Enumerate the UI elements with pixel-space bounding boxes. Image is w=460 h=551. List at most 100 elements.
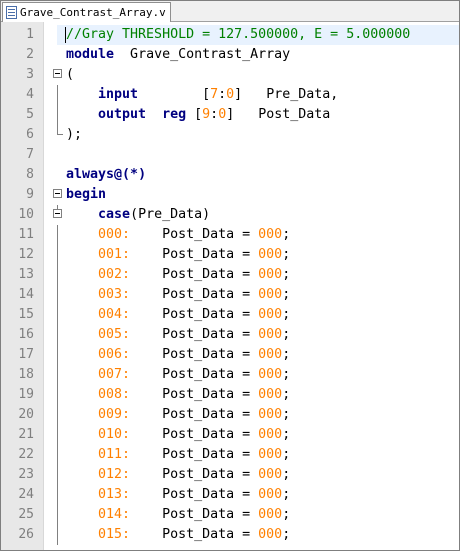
line-number: 25 <box>18 507 34 522</box>
comment: //Gray THRESHOLD = 127.500000, E = 5.000… <box>66 27 411 42</box>
assignment-target: Post_Data = <box>162 527 259 542</box>
assigned-value: 000 <box>258 267 283 282</box>
case-label: 006: <box>98 347 131 362</box>
code-text: begin <box>66 185 106 205</box>
tab-grave-contrast-array[interactable]: Grave_Contrast_Array.v <box>2 2 171 22</box>
code-line: 10 case(Pre_Data) <box>1 205 459 225</box>
line-number: 2 <box>26 47 34 62</box>
assignment-target: Post_Data = <box>162 387 259 402</box>
line-number: 10 <box>18 207 34 222</box>
fold-toggle-icon[interactable] <box>53 189 62 198</box>
range: [9:0] <box>194 107 235 122</box>
assigned-value: 000 <box>258 407 283 422</box>
statement-end: ; <box>282 487 291 502</box>
fold-line <box>57 325 58 345</box>
code-line: 22 011: Post_Data = 000; <box>1 445 459 465</box>
fold-line <box>57 505 58 525</box>
file-icon <box>6 6 17 19</box>
code-line: 25 014: Post_Data = 000; <box>1 505 459 525</box>
statement-end: ; <box>282 227 291 242</box>
identifier: Pre_Data, <box>266 87 339 102</box>
assigned-value: 000 <box>258 527 283 542</box>
assignment-target: Post_Data = <box>162 367 259 382</box>
code-line: 9 begin <box>1 185 459 205</box>
statement-end: ; <box>282 287 291 302</box>
code-line: 24 013: Post_Data = 000; <box>1 485 459 505</box>
statement-end: ; <box>282 347 291 362</box>
statement-end: ; <box>282 427 291 442</box>
keyword: module <box>66 47 115 62</box>
line-number: 8 <box>26 167 34 182</box>
code-line: 14 003: Post_Data = 000; <box>1 285 459 305</box>
line-number: 4 <box>26 87 34 102</box>
case-block: 11 000: Post_Data = 000; 12 001: Post_Dat… <box>1 225 459 545</box>
code-text: ( <box>66 67 75 82</box>
assignment-target: Post_Data = <box>162 227 259 242</box>
line-number: 5 <box>26 107 34 122</box>
case-label: 008: <box>98 387 131 402</box>
assigned-value: 000 <box>258 327 283 342</box>
case-label: 015: <box>98 527 131 542</box>
case-label: 002: <box>98 267 131 282</box>
fold-toggle-icon[interactable] <box>53 209 62 218</box>
line-number: 14 <box>18 287 34 302</box>
keyword: begin <box>66 187 107 202</box>
case-label: 005: <box>98 327 131 342</box>
code-text: 010: Post_Data = 000; <box>66 425 290 445</box>
assignment-target: Post_Data = <box>162 507 259 522</box>
code-line: 20 009: Post_Data = 000; <box>1 405 459 425</box>
line-number: 22 <box>18 447 34 462</box>
editor-window: Grave_Contrast_Array.v 1 //Gray THRESHOL… <box>0 0 460 551</box>
assigned-value: 000 <box>258 427 283 442</box>
code-text: 009: Post_Data = 000; <box>66 405 290 425</box>
fold-toggle-icon[interactable] <box>53 69 62 78</box>
code-text: 013: Post_Data = 000; <box>66 485 290 505</box>
case-label: 011: <box>98 447 131 462</box>
assignment-target: Post_Data = <box>162 447 259 462</box>
code-line: 5 output reg [9:0] Post_Data <box>1 105 459 125</box>
fold-line <box>57 225 58 245</box>
fold-line <box>57 105 58 125</box>
code-text: 007: Post_Data = 000; <box>66 365 290 385</box>
line-number: 16 <box>18 327 34 342</box>
line-number: 15 <box>18 307 34 322</box>
code-line: 6 ); <box>1 125 459 145</box>
line-number: 21 <box>18 427 34 442</box>
case-label: 013: <box>98 487 131 502</box>
code-line: 15 004: Post_Data = 000; <box>1 305 459 325</box>
assigned-value: 000 <box>258 347 283 362</box>
statement-end: ; <box>282 307 291 322</box>
assignment-target: Post_Data = <box>162 287 259 302</box>
code-line: 8 always@(*) <box>1 165 459 185</box>
code-text: 014: Post_Data = 000; <box>66 505 290 525</box>
identifier: Post_Data <box>258 107 331 122</box>
code-text: ); <box>66 127 83 142</box>
code-text: 001: Post_Data = 000; <box>66 245 290 265</box>
statement-end: ; <box>282 327 291 342</box>
assignment-target: Post_Data = <box>162 407 259 422</box>
fold-line <box>57 425 58 445</box>
assignment-target: Post_Data = <box>162 327 259 342</box>
line-number: 7 <box>26 147 34 162</box>
fold-line <box>57 365 58 385</box>
code-text: case(Pre_Data) <box>66 205 210 225</box>
case-label: 003: <box>98 287 131 302</box>
code-line: 19 008: Post_Data = 000; <box>1 385 459 405</box>
assignment-target: Post_Data = <box>162 347 259 362</box>
keyword: output <box>98 107 147 122</box>
statement-end: ; <box>282 267 291 282</box>
code-editor[interactable]: 1 //Gray THRESHOLD = 127.500000, E = 5.0… <box>1 22 459 550</box>
assignment-target: Post_Data = <box>162 487 259 502</box>
code-text: 006: Post_Data = 000; <box>66 345 290 365</box>
fold-line <box>57 485 58 505</box>
line-number: 9 <box>26 187 34 202</box>
code-line: 18 007: Post_Data = 000; <box>1 365 459 385</box>
code-text: 005: Post_Data = 000; <box>66 325 290 345</box>
assigned-value: 000 <box>258 307 283 322</box>
code-line: 13 002: Post_Data = 000; <box>1 265 459 285</box>
code-line: 26 015: Post_Data = 000; <box>1 525 459 545</box>
keyword: case <box>98 207 131 222</box>
statement-end: ; <box>282 387 291 402</box>
code-line: 4 input [7:0] Pre_Data, <box>1 85 459 105</box>
line-number: 17 <box>18 347 34 362</box>
